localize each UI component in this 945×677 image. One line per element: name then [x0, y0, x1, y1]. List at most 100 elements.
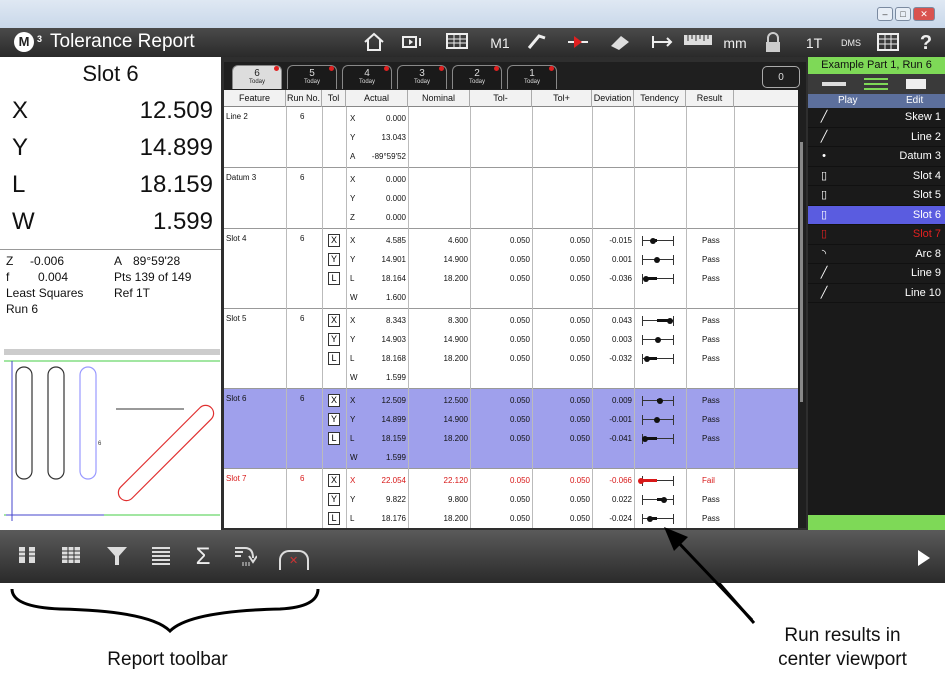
column-divider [734, 309, 735, 389]
table-scrollbar[interactable] [800, 142, 803, 402]
maximize-button[interactable]: □ [895, 7, 911, 21]
calculator-icon[interactable] [874, 32, 902, 54]
column-header[interactable]: Nominal [408, 90, 470, 107]
tol-checkbox[interactable]: X [328, 314, 340, 327]
play-arrow-icon[interactable] [918, 550, 930, 566]
tol-checkbox[interactable]: L [328, 432, 340, 445]
app-logo: M3 [14, 32, 42, 52]
tab-run-1[interactable]: 1 Today [507, 65, 557, 89]
feature-item-line-2[interactable]: ╱ Line 2 [808, 128, 945, 147]
magnification-m1[interactable]: M1 [485, 32, 515, 54]
column-header[interactable]: Run No. [286, 90, 322, 107]
lock-icon[interactable] [762, 32, 784, 54]
dms-toggle[interactable]: DMS [837, 32, 865, 54]
tol-checkbox[interactable]: L [328, 512, 340, 525]
feature-item-slot-7[interactable]: ▯ Slot 7 [808, 225, 945, 245]
close-button[interactable]: ✕ [913, 7, 935, 21]
scale-icon[interactable] [681, 32, 715, 54]
table-row-slot-7[interactable]: Slot 7 6 X X 22.054 22.120 0.050 0.050 -0.066 Fai… [224, 469, 798, 528]
tol-checkbox[interactable]: L [328, 272, 340, 285]
units-label[interactable]: mm [719, 32, 751, 54]
column-header[interactable]: Result [686, 90, 734, 107]
column-divider [408, 168, 409, 229]
tol-minus-cell: 0.050 [509, 236, 530, 245]
edge-detect-icon[interactable] [565, 32, 591, 54]
result-cell: Pass [702, 434, 720, 443]
tol-checkbox[interactable]: X [328, 394, 340, 407]
annotation-area: Report toolbar Run results in center vie… [0, 583, 945, 677]
column-divider [734, 469, 735, 528]
feature-item-skew-1[interactable]: ╱ Skew 1 [808, 108, 945, 128]
deviation-cell: -0.015 [609, 236, 632, 245]
mode-icon-3[interactable] [906, 79, 926, 89]
column-header[interactable]: Actual [346, 90, 408, 107]
column-header[interactable]: Tendency [634, 90, 686, 107]
application-window: – □ ✕ M3 Tolerance Report M1 mm 1T DMS ?… [0, 0, 945, 583]
table-icon[interactable] [444, 32, 470, 54]
eraser-icon[interactable] [606, 32, 632, 54]
probe-icon[interactable] [524, 32, 550, 54]
table-row-slot-5[interactable]: Slot 5 6 X X 8.343 8.300 0.050 0.050 0.043 Pass Y Y… [224, 309, 798, 389]
sigma-icon[interactable]: Σ [190, 544, 216, 570]
column-header[interactable]: Tol- [470, 90, 532, 107]
minimize-button[interactable]: – [877, 7, 893, 21]
mode-icon-2[interactable] [864, 78, 888, 80]
column-header[interactable]: Feature [224, 90, 286, 107]
slot-shape-icon[interactable]: ✕ [279, 550, 309, 570]
column-header[interactable]: Tol+ [532, 90, 592, 107]
readout-y: Y 14.899 [12, 134, 213, 161]
results-table[interactable]: Feature Run No. Tol Actual Nominal Tol- Tol+ De… [224, 90, 798, 528]
tab-run-2[interactable]: 2 Today [452, 65, 502, 89]
tab-run-5[interactable]: 5 Today [287, 65, 337, 89]
tol-checkbox[interactable]: Y [328, 253, 340, 266]
grid-icon[interactable] [58, 544, 84, 570]
tab-run-6[interactable]: 6 Today [232, 65, 282, 89]
tol-plus-cell: 0.050 [569, 236, 590, 245]
tol-checkbox[interactable]: Y [328, 493, 340, 506]
report-list-icon[interactable] [14, 544, 40, 570]
play-button[interactable]: Play [838, 95, 857, 106]
video-icon[interactable] [400, 32, 426, 54]
feature-item-slot-6[interactable]: ▯ Slot 6 [808, 205, 945, 225]
app-title: Tolerance Report [50, 31, 195, 52]
reference-frame[interactable]: 1T [803, 32, 825, 54]
gauge-max-tick [673, 274, 674, 284]
table-row-slot-6[interactable]: Slot 6 6 X X 12.509 12.500 0.050 0.050 0.009 Pass… [224, 389, 798, 469]
table-row-slot-4[interactable]: Slot 4 6 X X 4.585 4.600 0.050 0.050 -0.015 Pass Y… [224, 229, 798, 309]
feature-item-arc-8[interactable]: ◝ Arc 8 [808, 245, 945, 264]
tab-run-3[interactable]: 3 Today [397, 65, 447, 89]
filter-icon[interactable] [104, 544, 130, 570]
nominal-cell: 14.900 [443, 415, 468, 424]
axis-cell: W [350, 373, 358, 382]
feature-item-slot-5[interactable]: ▯ Slot 5 [808, 186, 945, 206]
deviation-cell: 0.001 [611, 255, 632, 264]
tab-run-4[interactable]: 4 Today [342, 65, 392, 89]
tol-checkbox[interactable]: Y [328, 413, 340, 426]
feature-item-line-9[interactable]: ╱ Line 9 [808, 264, 945, 284]
help-button[interactable]: ? [915, 32, 937, 54]
feature-item-slot-4[interactable]: ▯ Slot 4 [808, 167, 945, 186]
axis-icon[interactable] [646, 32, 676, 54]
mode-icon-1[interactable] [822, 82, 846, 86]
tol-checkbox[interactable]: L [328, 352, 340, 365]
column-divider [686, 168, 687, 229]
tol-checkbox[interactable]: X [328, 474, 340, 487]
feature-item-line-10[interactable]: ╱ Line 10 [808, 284, 945, 303]
feature-item-label: Slot 5 [912, 189, 941, 201]
tol-checkbox[interactable]: X [328, 234, 340, 247]
home-icon[interactable] [362, 32, 386, 54]
column-divider [286, 469, 287, 528]
status-bar [808, 515, 945, 530]
tol-checkbox[interactable]: Y [328, 333, 340, 346]
export-icon[interactable] [232, 544, 258, 570]
column-header[interactable]: Tol [322, 90, 346, 107]
feature-item-datum-3[interactable]: • Datum 3 [808, 147, 945, 167]
column-header[interactable]: Deviation [592, 90, 634, 107]
table-row-datum-3[interactable]: Datum 3 6 X 0.000 Y 0.000 Z 0.000 [224, 168, 798, 229]
edit-button[interactable]: Edit [906, 95, 923, 106]
part-preview[interactable]: 6 [4, 349, 220, 527]
result-cell: Pass [702, 316, 720, 325]
feature-title: Slot 6 [82, 61, 139, 86]
lines-icon[interactable] [148, 544, 174, 570]
table-row-line-2[interactable]: Line 2 6 X 0.000 Y 13.043 A -89°59'52 [224, 107, 798, 168]
